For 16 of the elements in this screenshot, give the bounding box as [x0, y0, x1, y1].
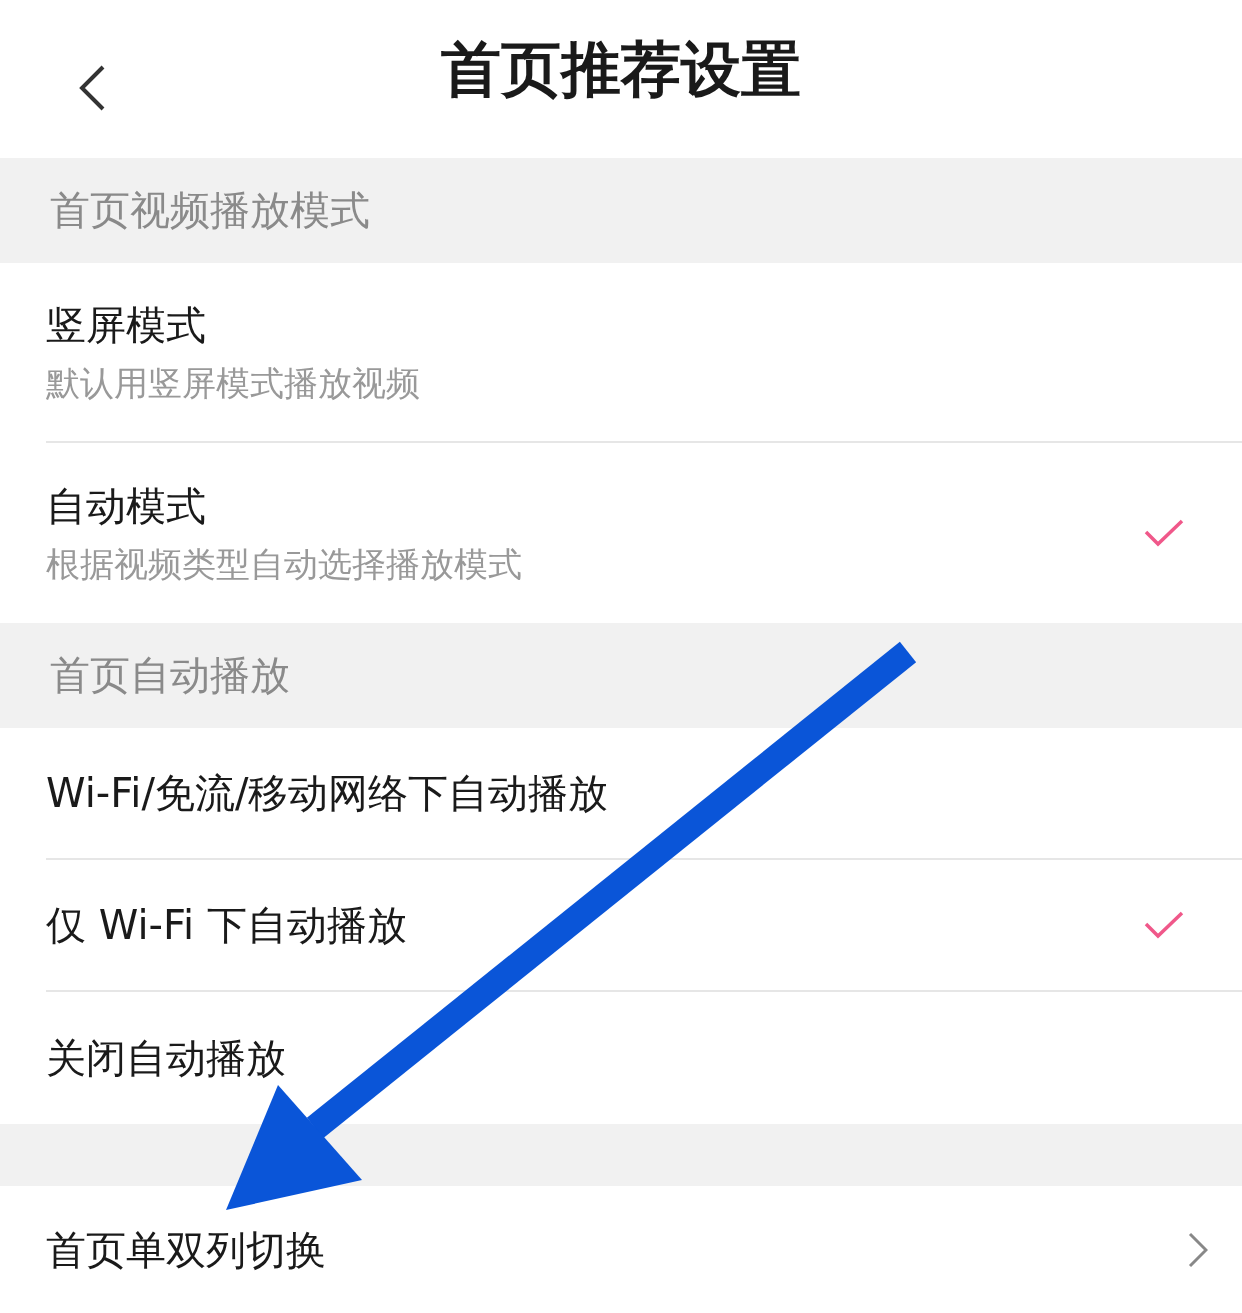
- settings-link-row[interactable]: 首页单双列切换: [46, 1186, 1242, 1313]
- section-header: 首页视频播放模式: [50, 186, 370, 235]
- option-title: 首页单双列切换: [46, 1225, 326, 1275]
- option-row[interactable]: 关闭自动播放: [46, 992, 1242, 1124]
- option-title: 仅 Wi-Fi 下自动播放: [46, 900, 407, 950]
- page-title: 首页推荐设置: [441, 32, 801, 106]
- section-header: 首页自动播放: [50, 651, 290, 700]
- option-title: 关闭自动播放: [46, 1033, 286, 1083]
- option-description: 根据视频类型自动选择播放模式: [46, 542, 522, 586]
- back-icon: [77, 64, 107, 112]
- option-title: Wi-Fi/免流/移动网络下自动播放: [46, 768, 609, 818]
- chevron-right-icon: [1188, 1232, 1208, 1268]
- option-description: 默认用竖屏模式播放视频: [46, 361, 420, 405]
- option-title: 竖屏模式: [46, 300, 207, 350]
- option-title: 自动模式: [46, 481, 207, 531]
- option-row[interactable]: 自动模式 根据视频类型自动选择播放模式: [46, 443, 1242, 623]
